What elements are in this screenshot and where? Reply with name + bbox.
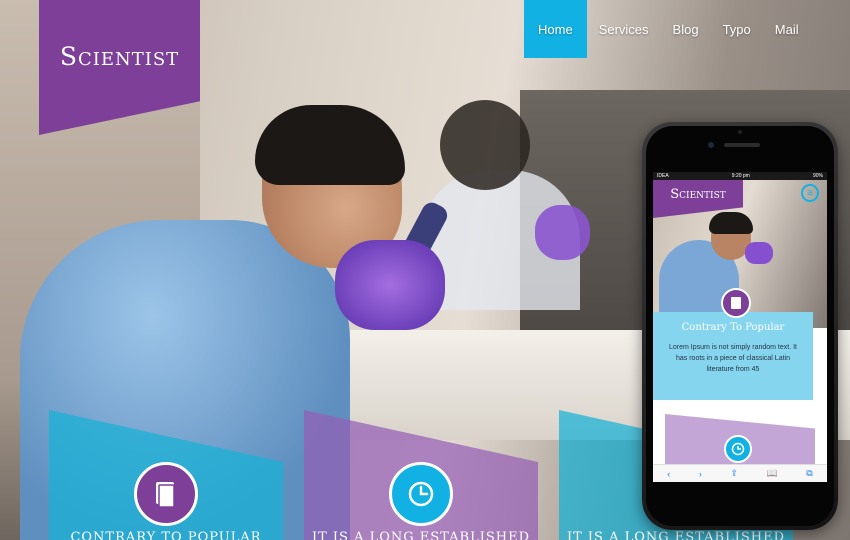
phone-speaker — [724, 143, 760, 147]
phone-menu-icon[interactable]: ≡ — [801, 184, 819, 202]
phone-card-text: Lorem Ipsum is not simply random text. I… — [669, 344, 797, 373]
nav-services[interactable]: Services — [587, 0, 661, 58]
phone-sensor — [738, 130, 742, 134]
phone-hero-glove — [745, 242, 773, 264]
hero-scientist-hair — [255, 105, 405, 185]
nav-typo[interactable]: Typo — [711, 0, 763, 58]
back-icon[interactable]: ‹ — [667, 469, 670, 479]
feature-title-1: Contrary to popular — [70, 530, 262, 540]
phone-logo-text: Scientist — [670, 187, 726, 202]
tabs-icon[interactable]: ⧉ — [806, 468, 812, 479]
bookmarks-icon[interactable]: 📖 — [766, 468, 777, 479]
phone-feature-card: Contrary to popular Lorem Ipsum is not s… — [653, 288, 813, 400]
phone-camera — [708, 142, 714, 148]
phone-card-title: Contrary to popular — [681, 322, 785, 333]
nav-home[interactable]: Home — [524, 0, 587, 58]
status-battery: 90% — [812, 173, 823, 179]
hero-bg-scientist-head — [440, 100, 530, 190]
phone-hero-hair — [709, 212, 753, 234]
main-nav: Home Services Blog Typo Mail — [524, 0, 811, 58]
phone-status-bar: IDEA 9:20 pm 90% — [653, 172, 827, 180]
hero-bg-glove — [535, 205, 590, 260]
forward-icon[interactable]: › — [699, 469, 702, 479]
status-carrier: IDEA — [657, 173, 669, 179]
feature-title-2: It is a long established — [311, 530, 531, 540]
phone-book-icon[interactable] — [721, 288, 751, 318]
phone-clock-icon[interactable] — [724, 435, 752, 463]
phone-screen: IDEA 9:20 pm 90% Scientist ≡ Contrary to… — [653, 172, 827, 482]
nav-blog[interactable]: Blog — [661, 0, 711, 58]
hero-glove — [335, 240, 445, 330]
phone-browser-toolbar: ‹ › ⇪ 📖 ⧉ — [653, 464, 827, 482]
phone-mockup: IDEA 9:20 pm 90% Scientist ≡ Contrary to… — [642, 122, 838, 530]
feature-title-3: It is a long established — [566, 530, 786, 540]
status-time: 9:20 pm — [731, 173, 750, 179]
site-logo-text: Scientist — [59, 42, 180, 71]
clock-icon[interactable] — [389, 462, 453, 526]
share-icon[interactable]: ⇪ — [730, 468, 738, 479]
nav-mail[interactable]: Mail — [763, 0, 811, 58]
book-icon[interactable] — [134, 462, 198, 526]
